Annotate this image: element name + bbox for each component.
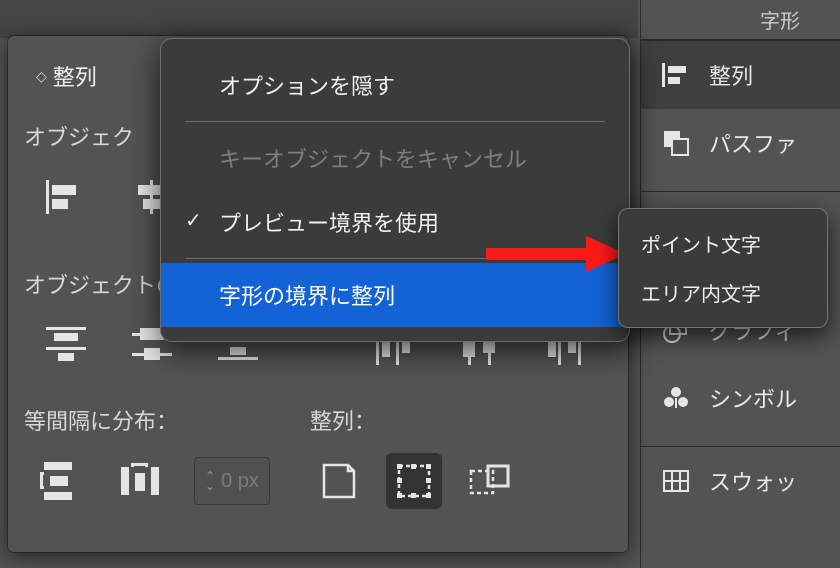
side-item-label: 字形 — [760, 5, 800, 34]
flyout-item-label: キーオブジェクトをキャンセル — [219, 147, 527, 172]
spacing-value-input[interactable]: ⌃⌄ 0 px — [194, 457, 270, 505]
section-label-spacing: 等間隔に分布： — [24, 404, 270, 436]
glyph-bounds-submenu: ポイント文字 エリア内文字 — [618, 208, 828, 328]
panel-tab-label: 整列 — [53, 60, 97, 92]
panel-tab-align[interactable]: ◇ 整列 — [24, 54, 109, 98]
side-item-symbols[interactable]: シンボル — [641, 364, 840, 432]
alignto-col: 整列： — [310, 390, 518, 516]
side-item-glyphs[interactable]: 字形 — [641, 0, 840, 40]
spacing-col: 等間隔に分布： ⌃⌄ 0 px — [24, 390, 270, 516]
distribute-top-button[interactable] — [38, 317, 94, 373]
side-item-align[interactable]: 整列 — [641, 41, 840, 109]
side-item-pathfinder[interactable]: パスファ — [641, 109, 840, 177]
flyout-item-label: 字形の境界に整列 — [219, 284, 395, 309]
swatch-icon — [659, 464, 693, 498]
section-label-alignto: 整列： — [310, 404, 518, 436]
side-item-label: スウォッ — [709, 465, 797, 497]
distribute-spacing-vertical-button[interactable] — [30, 453, 86, 509]
panel-flyout-menu: オプションを隠す キーオブジェクトをキャンセル ✓ プレビュー境界を使用 字形の… — [160, 38, 630, 342]
menu-separator — [185, 121, 605, 122]
flyout-item-label: プレビュー境界を使用 — [219, 211, 439, 236]
side-item-label: パスファ — [709, 127, 797, 159]
submenu-item-label: ポイント文字 — [641, 235, 761, 257]
align-to-key-object-button[interactable] — [462, 453, 518, 509]
flyout-item-label: オプションを隠す — [219, 74, 395, 99]
side-item-label: シンボル — [709, 382, 797, 414]
side-item-label: 整列 — [709, 59, 753, 91]
side-item-swatches[interactable]: スウォッ — [641, 447, 840, 515]
flyout-hide-options[interactable]: オプションを隠す — [161, 53, 629, 117]
submenu-area-text[interactable]: エリア内文字 — [619, 268, 827, 317]
flyout-cancel-key-object: キーオブジェクトをキャンセル — [161, 126, 629, 190]
align-to-selection-button[interactable] — [386, 453, 442, 509]
submenu-point-text[interactable]: ポイント文字 — [619, 219, 827, 268]
spacing-value-text: 0 px — [221, 470, 259, 493]
align-left-button[interactable] — [38, 169, 94, 225]
align-to-artboard-button[interactable] — [310, 453, 366, 509]
symbol-icon — [659, 381, 693, 415]
pathfinder-icon — [659, 126, 693, 160]
submenu-item-label: エリア内文字 — [641, 284, 761, 306]
distribute-spacing-horizontal-button[interactable] — [112, 453, 168, 509]
collapse-caret-icon: ◇ — [36, 68, 47, 85]
flyout-use-preview-bounds[interactable]: ✓ プレビュー境界を使用 — [161, 190, 629, 254]
align-icon — [659, 58, 693, 92]
flyout-align-to-glyph-bounds[interactable]: 字形の境界に整列 — [161, 263, 629, 327]
dim-overlay — [0, 0, 638, 38]
menu-separator — [185, 258, 605, 259]
checkmark-icon: ✓ — [185, 208, 202, 233]
stepper-icon[interactable]: ⌃⌄ — [205, 471, 215, 491]
